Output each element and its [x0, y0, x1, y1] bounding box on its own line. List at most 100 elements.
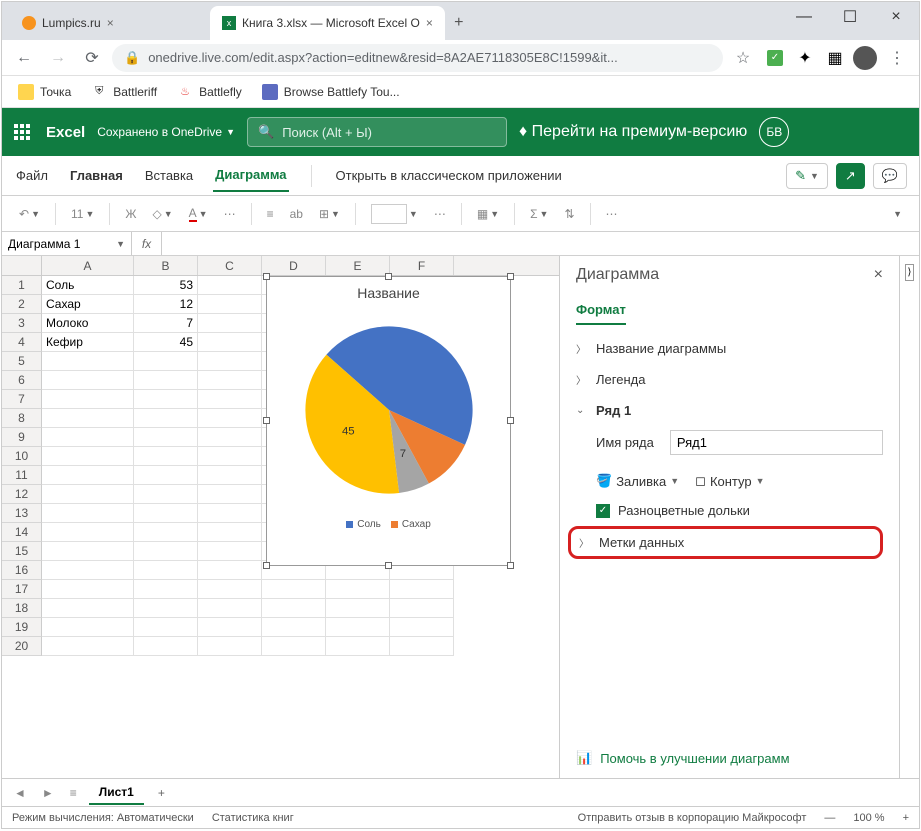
- forward-button[interactable]: →: [44, 44, 72, 72]
- row-header[interactable]: 2: [2, 295, 42, 314]
- browser-tab[interactable]: Lumpics.ru ×: [10, 6, 210, 40]
- tab-home[interactable]: Главная: [68, 160, 125, 191]
- premium-link[interactable]: ♦ Перейти на премиум-версию: [519, 123, 747, 141]
- media-icon[interactable]: ▦: [823, 46, 847, 70]
- back-button[interactable]: ←: [10, 44, 38, 72]
- chart-object[interactable]: Название 745 Соль Сахар: [266, 276, 511, 566]
- profile-avatar[interactable]: [853, 46, 877, 70]
- row-header[interactable]: 13: [2, 504, 42, 523]
- cell[interactable]: [198, 447, 262, 466]
- cell[interactable]: [198, 390, 262, 409]
- close-icon[interactable]: ×: [874, 266, 883, 284]
- wrap-button[interactable]: ab: [285, 204, 308, 224]
- row-header[interactable]: 6: [2, 371, 42, 390]
- cell[interactable]: [134, 352, 198, 371]
- close-icon[interactable]: ×: [107, 16, 114, 30]
- resize-handle[interactable]: [385, 562, 392, 569]
- row-header[interactable]: 12: [2, 485, 42, 504]
- col-header[interactable]: A: [42, 256, 134, 275]
- cell[interactable]: [134, 637, 198, 656]
- row-header[interactable]: 8: [2, 409, 42, 428]
- cell[interactable]: [42, 599, 134, 618]
- cell[interactable]: [198, 523, 262, 542]
- add-sheet-button[interactable]: +: [152, 786, 171, 800]
- col-header[interactable]: E: [326, 256, 390, 275]
- resize-handle[interactable]: [507, 562, 514, 569]
- cell[interactable]: [42, 580, 134, 599]
- cell[interactable]: [198, 637, 262, 656]
- select-all-corner[interactable]: [2, 256, 42, 275]
- col-header[interactable]: C: [198, 256, 262, 275]
- bookmark-item[interactable]: ♨Battlefly: [169, 80, 250, 104]
- font-size-selector[interactable]: 11 ▼: [66, 204, 99, 224]
- star-icon[interactable]: ☆: [729, 44, 757, 72]
- more-button[interactable]: ⋯: [601, 204, 623, 224]
- cell[interactable]: [198, 352, 262, 371]
- cell[interactable]: [42, 504, 134, 523]
- zoom-in-button[interactable]: +: [903, 812, 909, 824]
- user-avatar[interactable]: БВ: [759, 117, 789, 147]
- merge-button[interactable]: ⊞ ▼: [314, 204, 345, 224]
- browser-tab-active[interactable]: x Книга 3.xlsx — Microsoft Excel O ×: [210, 6, 445, 40]
- comments-button[interactable]: 💬: [873, 163, 907, 189]
- cell[interactable]: [198, 428, 262, 447]
- sheet-nav-prev[interactable]: ◄: [10, 786, 30, 800]
- expand-chart-title[interactable]: 〉Название диаграммы: [576, 333, 883, 364]
- cell[interactable]: [390, 580, 454, 599]
- cell[interactable]: [134, 390, 198, 409]
- workbook-stats[interactable]: Статистика книг: [212, 812, 294, 824]
- cell[interactable]: [198, 618, 262, 637]
- expand-legend[interactable]: 〉Легенда: [576, 364, 883, 395]
- col-header[interactable]: D: [262, 256, 326, 275]
- name-box[interactable]: Диаграмма 1▼: [2, 232, 132, 255]
- cell[interactable]: [42, 352, 134, 371]
- cell[interactable]: [134, 409, 198, 428]
- cell[interactable]: [198, 561, 262, 580]
- reload-button[interactable]: ⟳: [78, 44, 106, 72]
- cell[interactable]: [198, 314, 262, 333]
- cell[interactable]: [390, 637, 454, 656]
- cell[interactable]: [134, 618, 198, 637]
- cell[interactable]: 53: [134, 276, 198, 295]
- app-launcher-button[interactable]: [14, 124, 34, 140]
- cell[interactable]: [134, 447, 198, 466]
- bookmark-item[interactable]: ⛨Battleriff: [83, 80, 165, 104]
- tab-insert[interactable]: Вставка: [143, 160, 195, 191]
- extensions-button[interactable]: ✦: [793, 46, 817, 70]
- align-button[interactable]: ≡: [262, 204, 279, 224]
- row-header[interactable]: 9: [2, 428, 42, 447]
- new-tab-button[interactable]: +: [445, 6, 473, 40]
- row-header[interactable]: 20: [2, 637, 42, 656]
- cell[interactable]: [262, 580, 326, 599]
- font-color-button[interactable]: A ▼: [184, 203, 213, 225]
- search-input[interactable]: 🔍 Поиск (Alt + Ы): [247, 117, 507, 147]
- cell[interactable]: [198, 466, 262, 485]
- sheet-tab[interactable]: Лист1: [89, 781, 144, 805]
- cell[interactable]: [262, 599, 326, 618]
- undo-button[interactable]: ↶ ▼: [14, 204, 45, 224]
- editing-mode-button[interactable]: ✎▼: [786, 163, 828, 189]
- tab-chart[interactable]: Диаграмма: [213, 159, 288, 192]
- resize-handle[interactable]: [263, 562, 270, 569]
- cell[interactable]: [42, 542, 134, 561]
- close-button[interactable]: ×: [873, 2, 919, 32]
- more-number-button[interactable]: ⋯: [429, 204, 451, 224]
- cell[interactable]: [42, 466, 134, 485]
- conditional-format-button[interactable]: ▦ ▼: [472, 204, 504, 224]
- resize-handle[interactable]: [507, 417, 514, 424]
- resize-handle[interactable]: [263, 273, 270, 280]
- resize-handle[interactable]: [263, 417, 270, 424]
- expand-series[interactable]: ⌄Ряд 1: [576, 395, 883, 426]
- cell[interactable]: [42, 409, 134, 428]
- cell[interactable]: [42, 485, 134, 504]
- cell[interactable]: [134, 428, 198, 447]
- fx-icon[interactable]: fx: [132, 232, 162, 255]
- cell[interactable]: Соль: [42, 276, 134, 295]
- cell[interactable]: [326, 618, 390, 637]
- cell[interactable]: [390, 599, 454, 618]
- cell[interactable]: [198, 599, 262, 618]
- url-input[interactable]: 🔒 onedrive.live.com/edit.aspx?action=edi…: [112, 44, 723, 72]
- close-icon[interactable]: ×: [426, 16, 433, 30]
- cell[interactable]: [198, 504, 262, 523]
- cell[interactable]: [262, 637, 326, 656]
